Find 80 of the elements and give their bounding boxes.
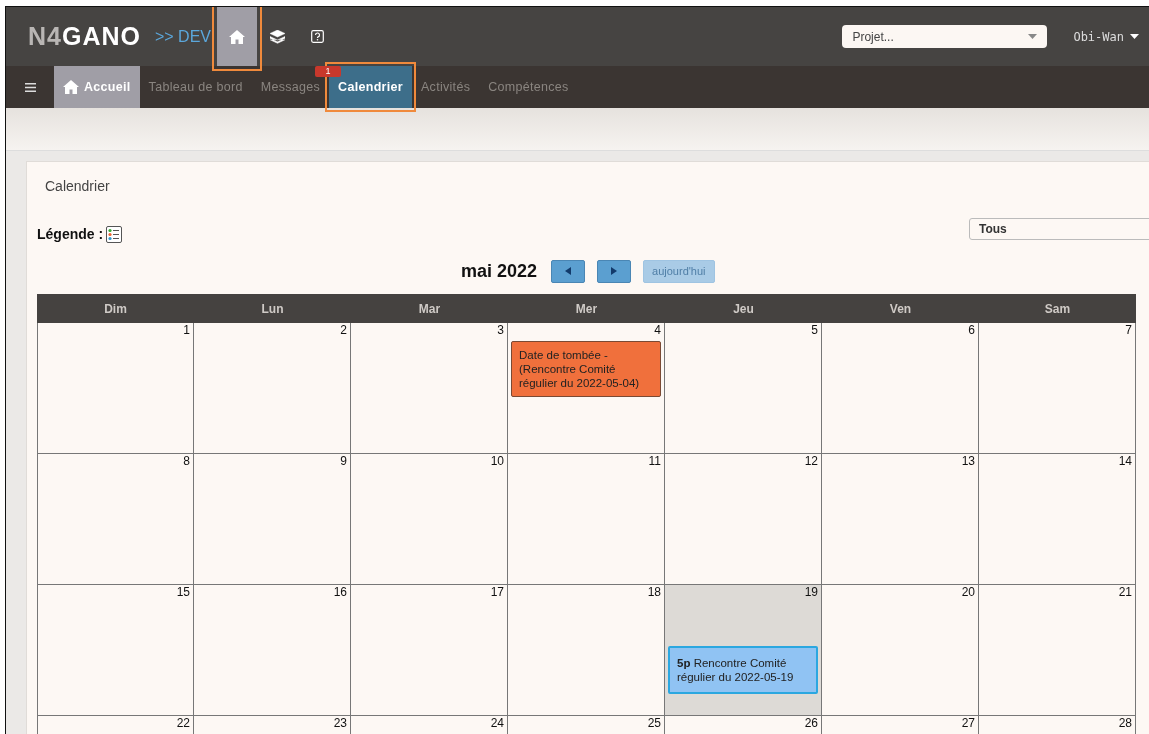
app-logo: N4GANO xyxy=(28,22,141,51)
day-number: 25 xyxy=(647,716,661,730)
day-number: 13 xyxy=(961,454,975,468)
day-number: 18 xyxy=(647,585,661,599)
calendar-day-cell[interactable]: 14 xyxy=(979,454,1136,585)
day-number: 28 xyxy=(1118,716,1132,730)
calendar-event[interactable]: 5p Rencontre Comité régulier du 2022-05-19 xyxy=(668,646,818,694)
calendar-day-cell[interactable]: 17 xyxy=(351,585,508,716)
caret-icon xyxy=(1130,34,1139,39)
day-number: 21 xyxy=(1118,585,1132,599)
weekday-header: Jeu xyxy=(665,294,822,323)
calendar-day-cell[interactable]: 7 xyxy=(979,323,1136,454)
month-title: mai 2022 xyxy=(461,260,538,282)
day-number: 14 xyxy=(1118,454,1132,468)
project-select[interactable]: Projet... xyxy=(842,25,1048,48)
help-icon xyxy=(310,30,324,43)
day-number: 8 xyxy=(183,454,190,468)
day-number: 20 xyxy=(961,585,975,599)
day-number: 23 xyxy=(333,716,347,730)
weekday-header: Dim xyxy=(37,294,194,323)
calendar-day-cell[interactable]: 1 xyxy=(37,323,194,454)
weekday-header: Lun xyxy=(194,294,351,323)
day-number: 19 xyxy=(804,585,818,599)
calendar-day-cell[interactable]: 16 xyxy=(194,585,351,716)
previous-button[interactable] xyxy=(551,259,586,283)
message-count-badge: 1 xyxy=(315,66,342,77)
calendar-day-cell[interactable]: 10 xyxy=(351,454,508,585)
menu-icon xyxy=(24,82,36,92)
next-button[interactable] xyxy=(597,259,632,283)
day-number: 9 xyxy=(340,454,347,468)
day-number: 22 xyxy=(176,716,190,730)
day-number: 11 xyxy=(648,454,661,468)
calendar-day-cell[interactable]: 8 xyxy=(37,454,194,585)
weekday-header: Sam xyxy=(979,294,1136,323)
calendar-day-cell[interactable]: 2 xyxy=(194,323,351,454)
filter-select[interactable]: Tous xyxy=(969,218,1149,240)
calendar-day-cell[interactable]: 12 xyxy=(665,454,822,585)
calendar-day-cell[interactable]: 13 xyxy=(822,454,979,585)
calendar-event[interactable]: Date de tombée - (Rencontre Comité régulier du 2022-05-04) xyxy=(511,341,661,397)
left-triangle-icon xyxy=(565,267,572,275)
calendar-day-cell[interactable]: 6 xyxy=(822,323,979,454)
day-number: 17 xyxy=(490,585,504,599)
legend-icon[interactable] xyxy=(106,225,123,243)
calendar-day-cell[interactable]: 11 xyxy=(508,454,665,585)
calendar-day-cell[interactable]: 5 xyxy=(665,323,822,454)
day-number: 15 xyxy=(176,585,190,599)
layers-icon xyxy=(269,29,285,44)
caret-icon xyxy=(1028,34,1038,39)
environment-label: >> DEV xyxy=(154,27,211,46)
home-icon xyxy=(63,80,79,94)
calendar-day-cell[interactable]: 22 xyxy=(37,716,194,734)
day-number: 2 xyxy=(340,323,347,337)
day-number: 16 xyxy=(333,585,347,599)
calendar-day-cell[interactable]: 3 xyxy=(351,323,508,454)
day-number: 5 xyxy=(811,323,818,337)
day-number: 12 xyxy=(804,454,818,468)
day-number: 1 xyxy=(183,323,190,337)
day-number: 26 xyxy=(804,716,818,730)
day-number: 10 xyxy=(490,454,504,468)
calendar-day-cell[interactable]: 4 Date de tombée - (Rencontre Comité régulier du 2022-05-04) xyxy=(508,323,665,454)
day-number: 7 xyxy=(1125,323,1132,337)
weekday-header: Mer xyxy=(508,294,665,323)
weekday-header: Ven xyxy=(822,294,979,323)
calendar-day-cell[interactable]: 20 xyxy=(822,585,979,716)
calendar-day-cell[interactable]: 9 xyxy=(194,454,351,585)
user-menu[interactable]: Obi-Wan xyxy=(1073,29,1139,44)
panel-title: Calendrier xyxy=(44,177,111,196)
weekday-header: Mar xyxy=(351,294,508,323)
right-triangle-icon xyxy=(611,267,618,275)
calendar-day-cell[interactable]: 21 xyxy=(979,585,1136,716)
day-number: 3 xyxy=(497,323,504,337)
calendar-day-cell[interactable]: 15 xyxy=(37,585,194,716)
calendar-day-cell[interactable]: 19 5p Rencontre Comité régulier du 2022-05-19 xyxy=(665,585,822,716)
calendar-day-cell[interactable]: 18 xyxy=(508,585,665,716)
day-number: 4 xyxy=(654,323,661,337)
day-number: 27 xyxy=(961,716,975,730)
home-icon xyxy=(229,29,245,44)
day-number: 6 xyxy=(968,323,975,337)
day-number: 24 xyxy=(490,716,504,730)
legend-label: Légende : xyxy=(37,226,104,242)
